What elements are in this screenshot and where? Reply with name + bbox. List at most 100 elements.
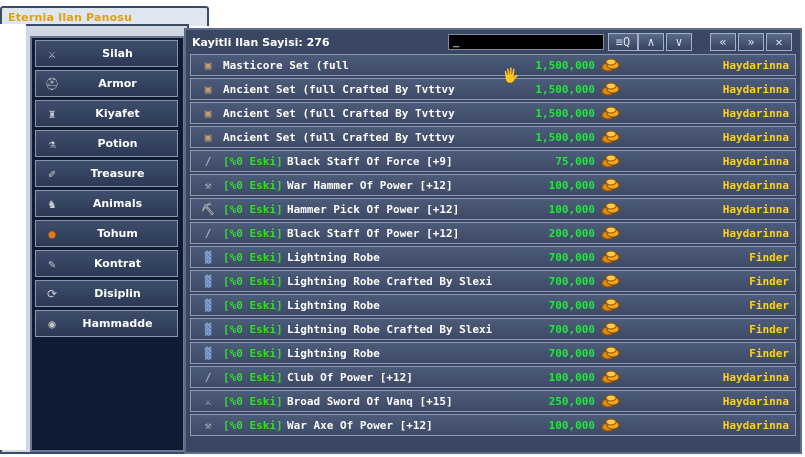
seller-name[interactable]: Haydarinna [723,59,789,72]
item-name: Lightning Robe Crafted By Slexi [287,323,493,336]
seller-name[interactable]: Finder [749,299,789,312]
listing-panel: Kayitli Ilan Sayisi: 276 ≡Q∧∨ «»✕ ▣ Mastic… [184,28,802,454]
item-name: Lightning Robe [287,347,380,360]
sidebar-item-label: Armor [98,77,137,90]
item-price: 700,000 [548,323,595,336]
first-page-button[interactable]: « [710,33,736,51]
animal-icon: ♞ [48,197,56,211]
listing-row[interactable]: ▓ [%0 Eski] Lightning Robe 700,000 Finder [190,294,796,316]
condition-label: [%0 Eski] [223,347,283,360]
contract-icon: ✎ [48,257,56,271]
sidebar-item-label: Kiyafet [95,107,140,120]
sidebar-item-armor[interactable]: ⛑ Armor [35,70,178,97]
sidebar-item-label: Kontrat [93,257,142,270]
sidebar-item-treasure[interactable]: ✐ Treasure [35,160,178,187]
scroll-down-button[interactable]: ∨ [666,33,692,51]
seller-name[interactable]: Haydarinna [723,371,789,384]
listing-row[interactable]: ▣ Masticore Set (full 1,500,000 Haydarinna [190,54,796,76]
sidebar-item-label: Tohum [97,227,138,240]
listing-row[interactable]: ▣ Ancient Set (full Crafted By Tvttvy 1,50… [190,78,796,100]
condition-label: [%0 Eski] [223,275,283,288]
seller-name[interactable]: Finder [749,323,789,336]
seller-name[interactable]: Haydarinna [723,131,789,144]
gold-coin-icon [601,105,621,121]
listing-row[interactable]: ▣ Ancient Set (full Crafted By Tvttvy 1,50… [190,126,796,148]
sidebar-item-kiyafet[interactable]: ♜ Kiyafet [35,100,178,127]
search-button[interactable]: ≡Q [608,33,638,51]
item-name: Club Of Power [+12] [287,371,413,384]
seller-name[interactable]: Haydarinna [723,395,789,408]
listing-header: Kayitli Ilan Sayisi: 276 ≡Q∧∨ «»✕ [190,32,796,54]
pick-icon: ⛏ [201,202,215,216]
sidebar-item-disiplin[interactable]: ⟳ Disiplin [35,280,178,307]
listing-row[interactable]: ▓ [%0 Eski] Lightning Robe Crafted By Slex… [190,270,796,292]
seller-name[interactable]: Haydarinna [723,155,789,168]
seller-name[interactable]: Haydarinna [723,83,789,96]
potion-icon: ⚗ [48,137,56,151]
listing-row[interactable]: ∕ [%0 Eski] Club Of Power [+12] 100,000 Hayd… [190,366,796,388]
listing-row[interactable]: ⚔ [%0 Eski] Broad Sword Of Vanq [+15] 250,0… [190,390,796,412]
club-icon: ∕ [204,370,212,384]
robe-icon: ▓ [204,250,212,264]
listing-row[interactable]: ▓ [%0 Eski] Lightning Robe 700,000 Finder [190,246,796,268]
seller-name[interactable]: Finder [749,275,789,288]
item-name: Lightning Robe Crafted By Slexi [287,275,493,288]
seller-name[interactable]: Haydarinna [723,179,789,192]
item-price: 100,000 [548,419,595,432]
helmet-icon: ⛑ [44,77,60,91]
item-name: Hammer Pick Of Power [+12] [287,203,460,216]
condition-label: [%0 Eski] [223,323,283,336]
sidebar-item-animals[interactable]: ♞ Animals [35,190,178,217]
scroll-icon: ✐ [48,167,56,181]
last-page-button[interactable]: » [738,33,764,51]
listing-row[interactable]: ▓ [%0 Eski] Lightning Robe 700,000 Finder [190,342,796,364]
listing-row[interactable]: ∕ [%0 Eski] Black Staff Of Force [+9] 75,00… [190,150,796,172]
gold-coin-icon [601,225,621,241]
seller-name[interactable]: Finder [749,347,789,360]
seller-name[interactable]: Haydarinna [723,107,789,120]
gold-coin-icon [601,297,621,313]
sidebar-item-label: Hammadde [82,317,153,330]
window-title-tab[interactable]: Eternia Ilan Panosu [0,6,209,26]
gold-coin-icon [601,393,621,409]
gold-coin-icon [601,81,621,97]
sidebar-item-tohum[interactable]: ● Tohum [35,220,178,247]
armor-set-icon: ▣ [204,130,212,144]
listing-row[interactable]: ⛏ [%0 Eski] Hammer Pick Of Power [+12] 100,… [190,198,796,220]
condition-label: [%0 Eski] [223,227,283,240]
robe-icon: ▓ [204,274,212,288]
armor-set-icon: ▣ [204,106,212,120]
sidebar-item-label: Treasure [90,167,145,180]
condition-label: [%0 Eski] [223,179,283,192]
item-name: Black Staff Of Force [+9] [287,155,453,168]
listing-row[interactable]: ∕ [%0 Eski] Black Staff Of Power [+12] 200,… [190,222,796,244]
item-price: 1,500,000 [535,83,595,96]
listing-row[interactable]: ⚒ [%0 Eski] War Axe Of Power [+12] 100,000 H… [190,414,796,436]
gold-coin-icon [601,153,621,169]
condition-label: [%0 Eski] [223,419,283,432]
scroll-up-button[interactable]: ∧ [638,33,664,51]
sidebar-item-kontrat[interactable]: ✎ Kontrat [35,250,178,277]
item-name: Masticore Set (full [223,59,349,72]
seller-name[interactable]: Haydarinna [723,419,789,432]
condition-label: [%0 Eski] [223,155,283,168]
seller-name[interactable]: Finder [749,251,789,264]
condition-label: [%0 Eski] [223,251,283,264]
gold-coin-icon [601,321,621,337]
seller-name[interactable]: Haydarinna [723,227,789,240]
seller-name[interactable]: Haydarinna [723,203,789,216]
close-button[interactable]: ✕ [766,33,792,51]
listing-row[interactable]: ▣ Ancient Set (full Crafted By Tvttvy 1,50… [190,102,796,124]
listing-row[interactable]: ⚒ [%0 Eski] War Hammer Of Power [+12] 100,0… [190,174,796,196]
sidebar-item-silah[interactable]: ⚔ Silah [35,40,178,67]
sidebar-item-hammadde[interactable]: ◉ Hammadde [35,310,178,337]
item-price: 100,000 [548,203,595,216]
search-input[interactable] [448,34,604,50]
item-price: 700,000 [548,275,595,288]
category-sidebar: ⚔ Silah ⛑ Armor ♜ Kiyafet ⚗ Potion ✐ Treasure ♞ Ani… [30,36,185,452]
item-price: 1,500,000 [535,131,595,144]
armor-icon: ♜ [48,107,56,121]
listing-row[interactable]: ▓ [%0 Eski] Lightning Robe Crafted By Slex… [190,318,796,340]
sidebar-item-potion[interactable]: ⚗ Potion [35,130,178,157]
item-price: 1,500,000 [535,107,595,120]
